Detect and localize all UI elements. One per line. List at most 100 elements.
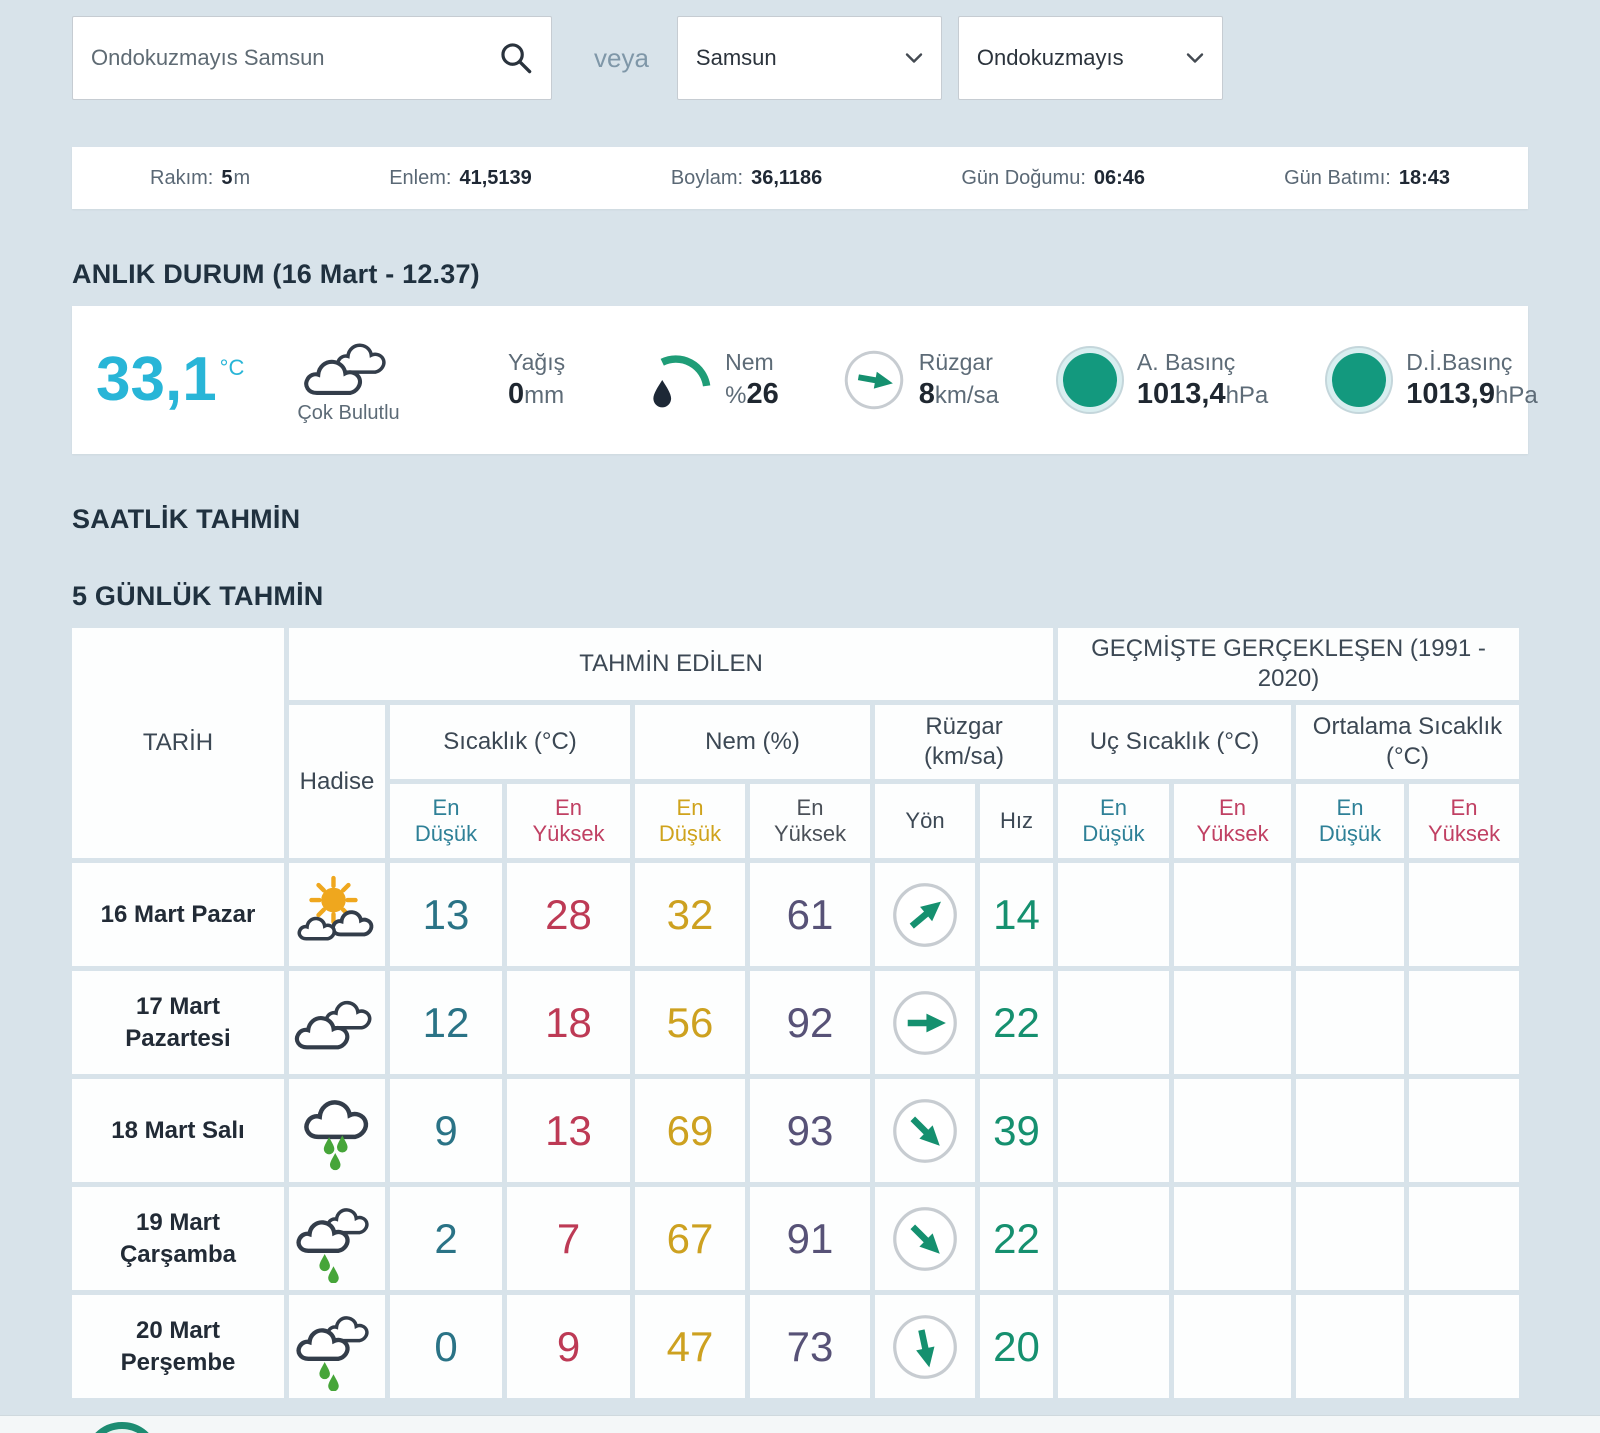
- hum-min-cell: 56: [635, 971, 745, 1074]
- temp-min-cell: 0: [390, 1295, 502, 1398]
- header-event: Hadise: [289, 705, 385, 858]
- hist-cell: [1409, 863, 1519, 966]
- pressure-dot-icon: [1063, 353, 1117, 407]
- wind-direction-cell: [875, 971, 975, 1074]
- header-date: TARİH: [72, 628, 284, 858]
- wind-direction-icon: [882, 1304, 967, 1389]
- district-select[interactable]: Ondokuzmayıs: [958, 16, 1223, 100]
- daily-section-title[interactable]: 5 GÜNLÜK TAHMİN: [72, 581, 1528, 612]
- hist-cell: [1058, 971, 1169, 1074]
- temp-min-cell: 13: [390, 863, 502, 966]
- forecast-table: TARİH TAHMİN EDİLEN GEÇMİŞTE GERÇEKLEŞEN…: [72, 628, 1528, 1398]
- cloudy-rain-icon: [293, 1303, 381, 1391]
- temp-max-cell: 28: [507, 863, 630, 966]
- temp-max-cell: 13: [507, 1079, 630, 1182]
- wind-speed-cell: 20: [980, 1295, 1053, 1398]
- header-hist-ext-min: En Düşük: [1058, 784, 1169, 858]
- search-icon[interactable]: [499, 41, 533, 75]
- humidity-metric: Nem %26: [643, 343, 779, 417]
- or-label: veya: [594, 43, 649, 74]
- wind-direction-icon: [874, 1080, 976, 1182]
- header-hist-avg-max: En Yüksek: [1409, 784, 1519, 858]
- weather-cell: [289, 971, 385, 1074]
- mostly-cloudy-icon: [301, 336, 397, 398]
- table-row-date: 17 Mart Pazartesi: [72, 971, 284, 1074]
- precipitation-metric: Yağış 0mm: [508, 348, 565, 413]
- chevron-down-icon: [1186, 52, 1204, 64]
- temp-max-cell: 9: [507, 1295, 630, 1398]
- hist-cell: [1296, 1079, 1404, 1182]
- table-row-date: 20 Mart Perşembe: [72, 1295, 284, 1398]
- current-conditions-panel: 33,1 °C Çok Bulutlu Yağış 0mm: [72, 306, 1528, 454]
- search-input[interactable]: [91, 45, 499, 71]
- wind-metric: Rüzgar 8km/sa: [841, 347, 999, 413]
- hist-cell: [1174, 1187, 1291, 1290]
- wind-speed-cell: 14: [980, 863, 1053, 966]
- hist-cell: [1174, 1079, 1291, 1182]
- weather-cell: [289, 1187, 385, 1290]
- altitude-info: Rakım:5m: [150, 167, 250, 190]
- header-wind-speed: Hız: [980, 784, 1053, 858]
- chevron-down-icon: [905, 52, 923, 64]
- cloudy-rain-icon: [293, 1195, 381, 1283]
- condition-label: Çok Bulutlu: [297, 402, 399, 425]
- location-search-bar: veya Samsun Ondokuzmayıs: [72, 16, 1528, 100]
- temp-min-cell: 12: [390, 971, 502, 1074]
- wind-direction-cell: [875, 863, 975, 966]
- header-hum-max: En Yüksek: [750, 784, 870, 858]
- hum-max-cell: 93: [750, 1079, 870, 1182]
- header-humidity: Nem (%): [635, 705, 870, 779]
- hist-cell: [1058, 863, 1169, 966]
- weather-cell: [289, 1079, 385, 1182]
- wind-speed-cell: 39: [980, 1079, 1053, 1182]
- hum-max-cell: 61: [750, 863, 870, 966]
- hist-cell: [1296, 971, 1404, 1074]
- hist-cell: [1409, 1079, 1519, 1182]
- header-wind: Rüzgar (km/sa): [875, 705, 1053, 779]
- hum-max-cell: 92: [750, 971, 870, 1074]
- header-temp-min: En Düşük: [390, 784, 502, 858]
- table-row-date: 18 Mart Salı: [72, 1079, 284, 1182]
- pressure-dot-icon: [1332, 353, 1386, 407]
- longitude-info: Boylam:36,1186: [671, 167, 822, 190]
- footer-gauge-icon: [84, 1422, 160, 1433]
- wind-direction-cell: [875, 1187, 975, 1290]
- sunrise-info: Gün Doğumu:06:46: [961, 167, 1145, 190]
- sunset-info: Gün Batımı:18:43: [1284, 167, 1450, 190]
- hum-min-cell: 32: [635, 863, 745, 966]
- hist-cell: [1174, 863, 1291, 966]
- rain-icon: [293, 1087, 381, 1175]
- hist-cell: [1409, 1187, 1519, 1290]
- wind-direction-icon: [889, 987, 961, 1059]
- partly-sunny-icon: [293, 871, 381, 959]
- table-row-date: 16 Mart Pazar: [72, 863, 284, 966]
- hist-cell: [1058, 1295, 1169, 1398]
- wind-direction-icon: [874, 1188, 976, 1290]
- table-row-date: 19 Mart Çarşamba: [72, 1187, 284, 1290]
- current-section-title: ANLIK DURUM (16 Mart - 12.37): [72, 259, 1528, 290]
- hourly-section-title[interactable]: SAATLİK TAHMİN: [72, 504, 1528, 535]
- hist-cell: [1296, 863, 1404, 966]
- header-hist-avg-min: En Düşük: [1296, 784, 1404, 858]
- temp-min-cell: 9: [390, 1079, 502, 1182]
- hum-min-cell: 67: [635, 1187, 745, 1290]
- mostly-cloudy-icon: [293, 992, 381, 1054]
- current-temperature: 33,1 °C: [96, 349, 281, 411]
- province-select[interactable]: Samsun: [677, 16, 942, 100]
- header-historical: GEÇMİŞTE GERÇEKLEŞEN (1991 - 2020): [1058, 628, 1519, 700]
- wind-speed-cell: 22: [980, 1187, 1053, 1290]
- current-condition: Çok Bulutlu: [281, 336, 416, 425]
- hist-cell: [1058, 1187, 1169, 1290]
- header-temp-max: En Yüksek: [507, 784, 630, 858]
- wind-direction-icon: [874, 864, 975, 965]
- hist-cell: [1058, 1079, 1169, 1182]
- header-hist-ext-max: En Yüksek: [1174, 784, 1291, 858]
- province-select-value: Samsun: [696, 45, 777, 71]
- hist-cell: [1174, 971, 1291, 1074]
- hist-cell: [1174, 1295, 1291, 1398]
- hum-max-cell: 73: [750, 1295, 870, 1398]
- header-wind-direction: Yön: [875, 784, 975, 858]
- header-hum-min: En Düşük: [635, 784, 745, 858]
- humidity-gauge-icon: [643, 343, 717, 417]
- hum-min-cell: 69: [635, 1079, 745, 1182]
